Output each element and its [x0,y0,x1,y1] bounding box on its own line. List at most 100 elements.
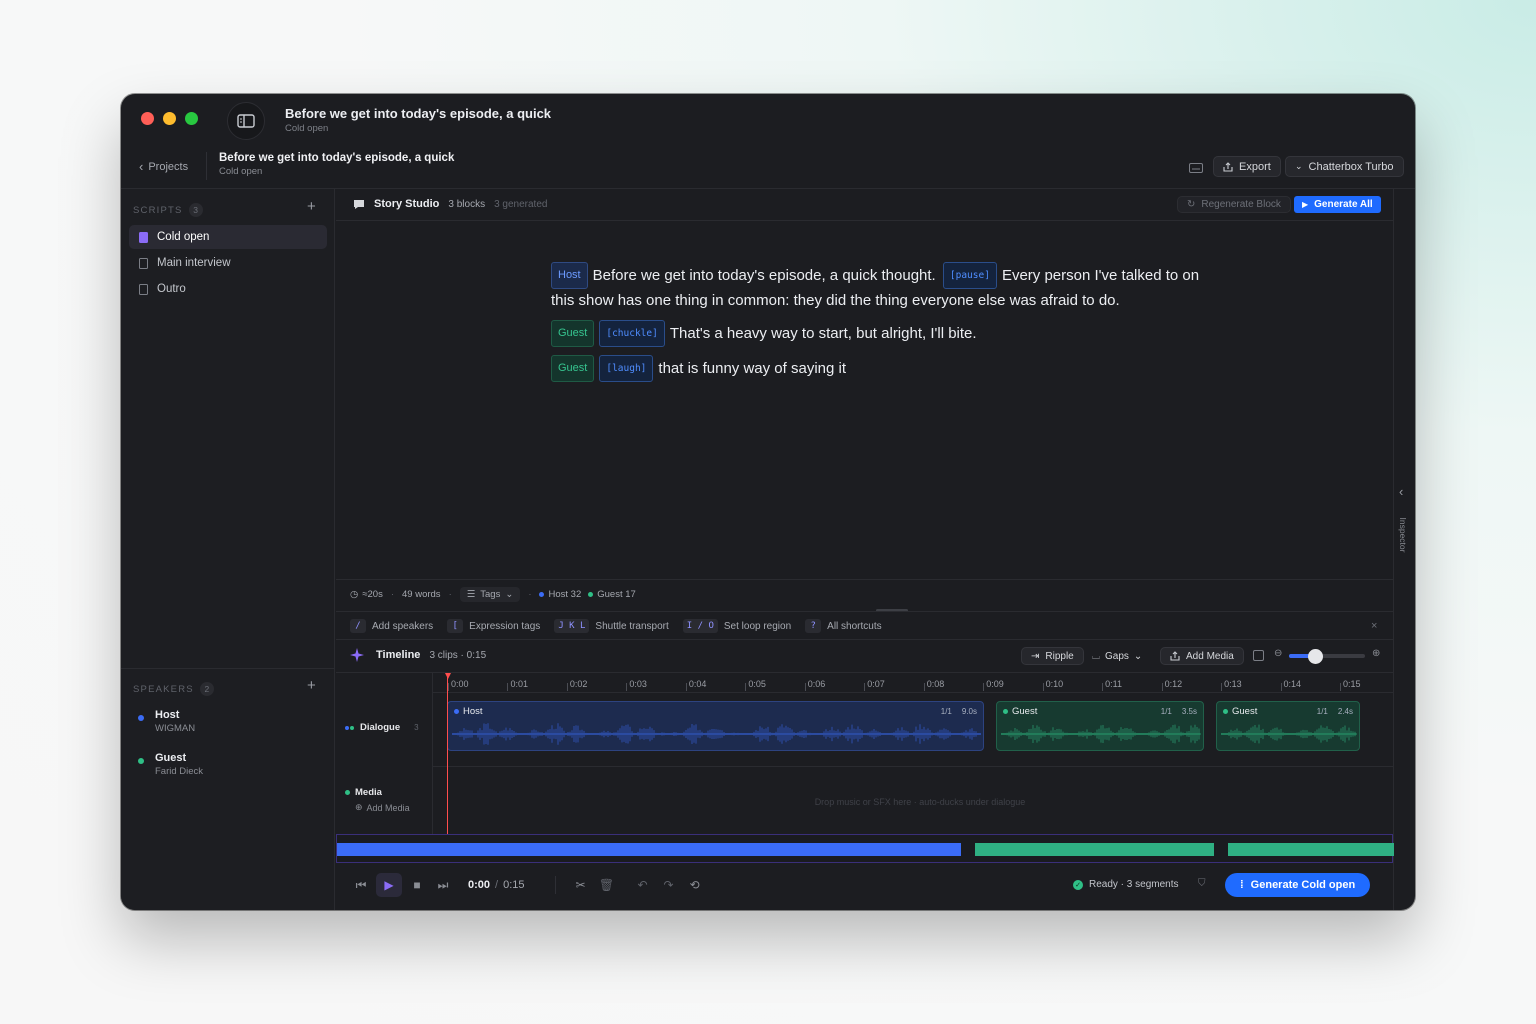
guest-dot [1003,709,1008,714]
duration-estimate: ≈20s [362,588,383,600]
host-word-count: Host 32 [548,588,582,600]
timeline-clip-guest-2[interactable]: Guest 1/1 2.4s [1216,701,1360,751]
timeline-border [336,639,1393,640]
minimap-guest-segment [975,843,1214,856]
add-script-button[interactable]: + [307,198,316,215]
play-icon: ▶ [1302,200,1309,209]
media-drop-zone[interactable]: Drop music or SFX here · auto-ducks unde… [447,797,1393,807]
generate-cold-open-button[interactable]: ⁞ Generate Cold open [1225,873,1371,897]
status-indicator: ✓ Ready · 3 segments [1073,879,1179,890]
chevron-left-icon[interactable]: ‹ [1399,484,1403,499]
keyboard-icon[interactable] [1189,160,1203,178]
regenerate-label: Regenerate Block [1201,199,1281,210]
timeline-clip-host[interactable]: Host 1/1 9.0s [447,701,984,751]
add-speaker-button[interactable]: + [307,677,316,694]
dialogue-track-header[interactable]: Dialogue 3 [345,722,419,733]
script-block-3[interactable]: Guest [laugh] that is funny way of saying … [551,355,1223,382]
speaker-tag-guest[interactable]: Guest [551,320,595,347]
expression-tag-pause[interactable]: [pause] [942,262,997,289]
inspector-toggle[interactable]: Inspector [1398,515,1408,555]
stop-icon[interactable]: ■ [406,874,428,896]
studio-title: Story Studio [374,198,440,210]
script-label: Cold open [157,231,210,243]
speakers-section-header: SPEAKERS 2 [133,682,214,696]
speaker-item-guest[interactable]: Guest Farid Dieck [138,752,203,777]
expression-tag-laugh[interactable]: [laugh] [599,355,654,382]
media-add-link[interactable]: ⊕ Add Media [355,802,410,813]
clip-name: Guest [1232,706,1258,717]
model-select[interactable]: ⌄ Chatterbox Turbo [1285,156,1404,177]
shortcut-all[interactable]: ? All shortcuts [805,619,882,633]
shield-icon[interactable]: ⛉ [1198,878,1206,889]
scissors-icon[interactable]: ✂ [570,874,592,896]
time-ruler[interactable]: 0:00 0:01 0:02 0:03 0:04 0:05 0:06 0:07 0:08 0:09… [447,673,1393,693]
skip-back-icon[interactable]: ⏮ [350,874,372,896]
speaker-tag-guest[interactable]: Guest [551,355,595,382]
script-label: Outro [157,283,186,295]
script-block-2[interactable]: Guest [chuckle] That's a heavy way to star… [551,320,1223,347]
chevron-left-icon: ‹ [139,159,144,174]
host-dot [454,709,459,714]
add-media-button[interactable]: Add Media [1160,647,1244,665]
speaker-item-host[interactable]: Host WIGMAN [138,709,195,734]
host-color-dot [138,715,144,721]
overview-minimap[interactable] [336,834,1394,863]
redo-icon[interactable]: ↷ [658,874,680,896]
playhead-line[interactable] [447,673,448,835]
page-subtitle: Cold open [219,166,263,177]
zoom-out-icon[interactable]: ⊖ [1274,648,1282,659]
ripple-toggle[interactable]: ⇥ Ripple [1021,647,1084,665]
sparkle-icon [350,648,364,662]
generate-all-label: Generate All [1314,199,1373,210]
sidebar-toggle-button[interactable] [227,102,265,140]
sidebar-toggle-icon [237,114,255,128]
plus-icon: + [307,198,316,215]
skip-forward-icon[interactable]: ⏭ [432,874,454,896]
export-label: Export [1239,160,1271,173]
undo-icon[interactable]: ↶ [632,874,654,896]
upload-icon [1170,651,1180,661]
speaker-name: Host [155,709,180,721]
loop-icon[interactable]: ⟲ [684,874,706,896]
ruler-tick: 0:04 [685,679,707,691]
maximize-window-button[interactable] [185,112,198,125]
script-item-cold-open[interactable]: Cold open [129,225,327,249]
ruler-tick: 0:07 [864,679,885,691]
host-dot [539,591,545,597]
back-label: Projects [148,160,189,173]
zoom-slider[interactable] [1289,649,1365,664]
script-editor[interactable]: Host Before we get into today's episode, … [551,262,1223,382]
generate-all-button[interactable]: ▶ Generate All [1294,196,1381,213]
close-shortcuts-icon[interactable]: × [1371,620,1377,632]
clip-name: Host [463,706,483,717]
fit-view-icon[interactable] [1253,650,1264,661]
tags-dropdown[interactable]: ☰ Tags ⌄ [459,586,521,602]
expression-tag-chuckle[interactable]: [chuckle] [599,320,665,347]
gaps-dropdown[interactable]: ⌴ Gaps ⌄ [1092,647,1142,665]
track-header-divider [432,672,433,834]
script-item-main-interview[interactable]: Main interview [129,251,327,275]
script-block-1[interactable]: Host Before we get into today's episode, … [551,262,1223,312]
timeline-clip-guest-1[interactable]: Guest 1/1 3.5s [996,701,1204,751]
ruler-tick: 0:14 [1280,679,1302,691]
back-to-projects-link[interactable]: ‹ Projects [139,159,188,174]
shortcut-add-speakers: / Add speakers [350,619,433,633]
speakers-label: SPEAKERS [133,683,194,695]
zoom-in-icon[interactable]: ⊕ [1372,648,1380,659]
ruler-tick: 0:10 [1042,679,1064,691]
ruler-tick: 0:15 [1340,679,1361,691]
trash-icon[interactable]: 🗑 [596,874,618,896]
play-button[interactable]: ▶ [376,873,402,897]
shortcut-shuttle: J K L Shuttle transport [554,619,669,633]
script-item-outro[interactable]: Outro [129,277,327,301]
minimize-window-button[interactable] [163,112,176,125]
ruler-tick: 0:09 [983,679,1004,691]
export-button[interactable]: Export [1213,156,1281,177]
close-window-button[interactable] [141,112,154,125]
shortcut-expression-tags: [Expression tags [447,619,540,633]
speaker-tag-host[interactable]: Host [551,262,588,289]
zoom-slider-knob[interactable] [1308,649,1323,664]
regenerate-block-button[interactable]: ↻ Regenerate Block [1177,196,1291,213]
ruler-tick: 0:13 [1221,679,1242,691]
playhead-marker[interactable] [445,673,451,679]
